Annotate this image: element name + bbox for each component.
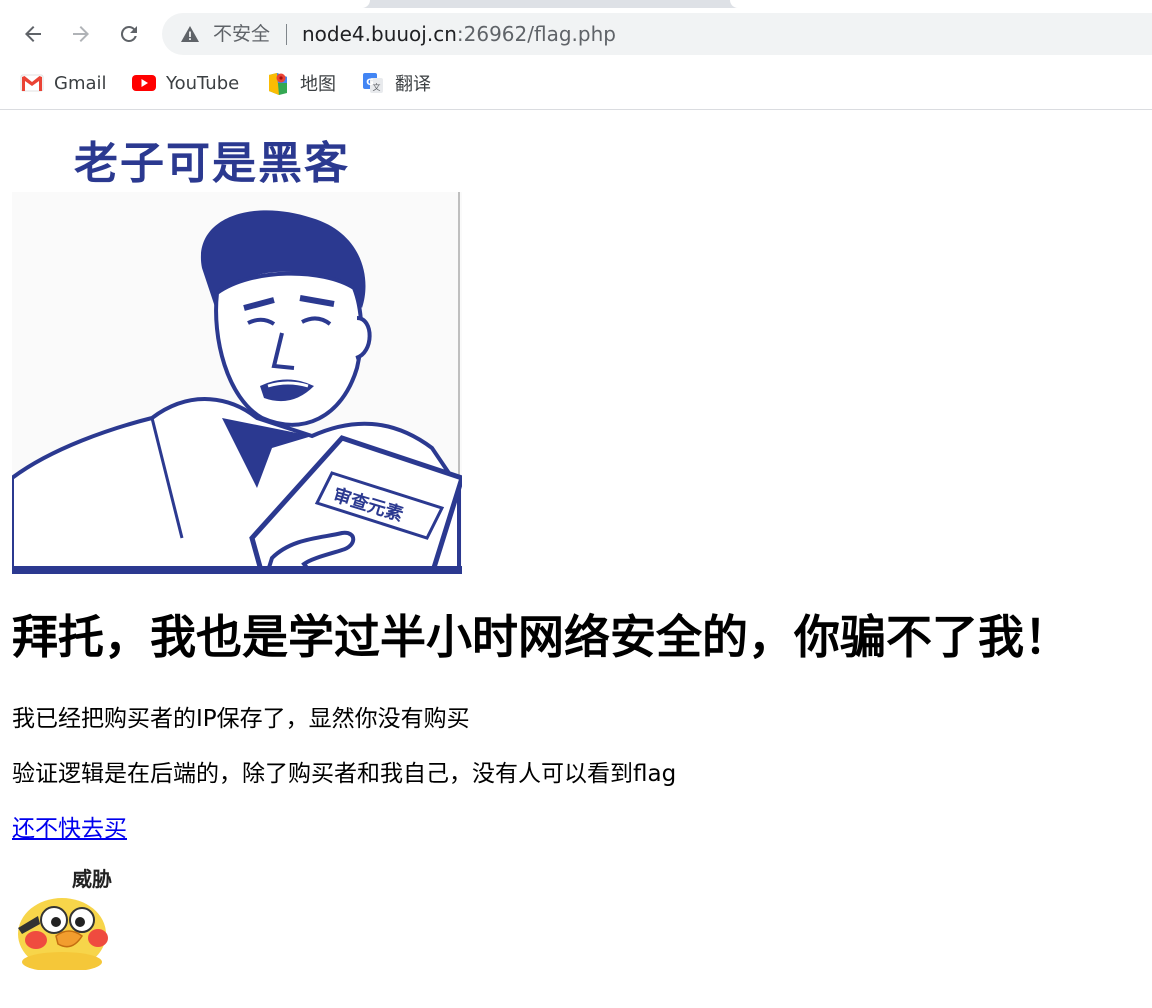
bookmark-label: YouTube — [166, 72, 240, 94]
address-separator — [286, 24, 287, 45]
bookmark-translate[interactable]: G 文 翻译 — [361, 66, 431, 100]
security-status-label[interactable]: 不安全 — [213, 23, 270, 45]
bookmark-youtube[interactable]: YouTube — [132, 66, 239, 100]
forward-button[interactable] — [66, 19, 96, 49]
back-arrow-icon — [25, 26, 41, 42]
url-host: node4.buuoj.cn — [302, 22, 457, 46]
back-button[interactable] — [18, 19, 48, 49]
svg-text:老子可是黑客: 老子可是黑客 — [74, 138, 350, 189]
toolbar-divider — [0, 109, 1152, 110]
gmail-icon — [20, 71, 44, 95]
page-headline: 拜托，我也是学过半小时网络安全的，你骗不了我！ — [12, 610, 1070, 664]
active-tab-edge — [0, 0, 370, 8]
youtube-icon — [132, 71, 156, 95]
inactive-tab-edge[interactable] — [730, 0, 1152, 8]
ip-saved-text: 我已经把购买者的IP保存了，显然你没有购买 — [12, 706, 470, 732]
warning-icon[interactable] — [180, 24, 200, 44]
bookmark-maps[interactable]: 地图 — [266, 66, 336, 100]
hacker-meme-image: 老子可是黑客 审查元素 — [12, 118, 462, 574]
maps-icon — [266, 71, 290, 95]
address-bar[interactable]: 不安全 node4.buuoj.cn:26962/flag.php — [162, 13, 1152, 55]
svg-text:威胁: 威胁 — [72, 867, 112, 891]
reload-icon — [120, 25, 137, 42]
reload-button[interactable] — [114, 19, 144, 49]
tab-strip — [0, 0, 1152, 8]
translate-icon: G 文 — [361, 71, 385, 95]
forward-arrow-icon — [73, 26, 89, 42]
svg-text:文: 文 — [373, 82, 381, 92]
bookmark-label: Gmail — [54, 72, 107, 94]
bookmark-label: 翻译 — [395, 74, 431, 95]
browser-chrome: 不安全 node4.buuoj.cn:26962/flag.php Gmail … — [0, 0, 1152, 110]
buy-link[interactable]: 还不快去买 — [12, 814, 127, 844]
threat-duck-sticker: 威胁 — [12, 862, 118, 970]
bookmark-gmail[interactable]: Gmail — [20, 66, 107, 100]
backend-validation-text: 验证逻辑是在后端的，除了购买者和我自己，没有人可以看到flag — [12, 761, 677, 787]
url-text[interactable]: node4.buuoj.cn:26962/flag.php — [302, 22, 616, 46]
bookmark-label: 地图 — [300, 74, 336, 95]
url-path: :26962/flag.php — [456, 22, 616, 46]
bookmarks-bar: Gmail YouTube 地图 G 文 翻译 — [0, 66, 1152, 100]
